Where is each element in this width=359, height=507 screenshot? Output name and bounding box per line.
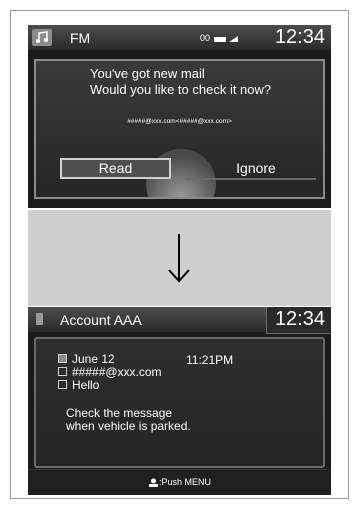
- sender-address: #####@xxx.com<#####@xxx.com>: [127, 118, 232, 125]
- message-panel: June 12 11:21PM #####@xxx.com Hello Chec…: [34, 337, 325, 468]
- push-menu-hint[interactable]: :Push MENU: [28, 477, 331, 488]
- subject-row: Hello: [58, 379, 99, 392]
- indicator-text: 00: [200, 33, 211, 43]
- status-bar: FM 00 12:34: [28, 25, 331, 50]
- divider: [186, 178, 316, 180]
- message-date: June 12: [72, 352, 115, 366]
- subject-icon: [58, 380, 67, 390]
- message-time: 11:21PM: [186, 353, 234, 367]
- audio-source: FM: [70, 30, 91, 46]
- calendar-icon: [58, 354, 67, 364]
- screen-message-view: Account AAA 12:34 June 12 11:21PM #####@…: [28, 307, 331, 495]
- status-bar: Account AAA 12:34: [28, 307, 331, 334]
- popup-message: You've got new mail Would you like to ch…: [90, 66, 271, 98]
- clock: 12:34: [274, 26, 325, 48]
- signal-icon: [213, 35, 238, 42]
- message-subject: Hello: [72, 378, 100, 392]
- read-button[interactable]: Read: [60, 158, 171, 179]
- phone-icon: [36, 313, 43, 325]
- music-icon: [32, 29, 52, 46]
- down-arrow-icon: [168, 234, 190, 283]
- mail-icon: [58, 367, 67, 377]
- clock: 12:34: [274, 308, 325, 330]
- push-menu-label: :Push MENU: [158, 477, 211, 487]
- ignore-button[interactable]: Ignore: [206, 158, 306, 179]
- new-mail-popup: You've got new mail Would you like to ch…: [34, 59, 325, 199]
- popup-line-1: You've got new mail: [90, 66, 205, 81]
- notice-line-2: when vehicle is parked.: [66, 419, 191, 433]
- message-sender: #####@xxx.com: [72, 365, 162, 379]
- account-title: Account AAA: [60, 312, 142, 328]
- screen-new-mail: FM 00 12:34 You've got new mail Would yo…: [28, 25, 331, 208]
- transition-band: [28, 210, 331, 306]
- parked-notice: Check the message when vehicle is parked…: [66, 407, 191, 433]
- popup-line-2: Would you like to check it now?: [90, 82, 272, 97]
- menu-knob-icon: [148, 478, 158, 488]
- status-indicators: 00: [200, 33, 239, 43]
- footer-bar: :Push MENU: [28, 469, 331, 495]
